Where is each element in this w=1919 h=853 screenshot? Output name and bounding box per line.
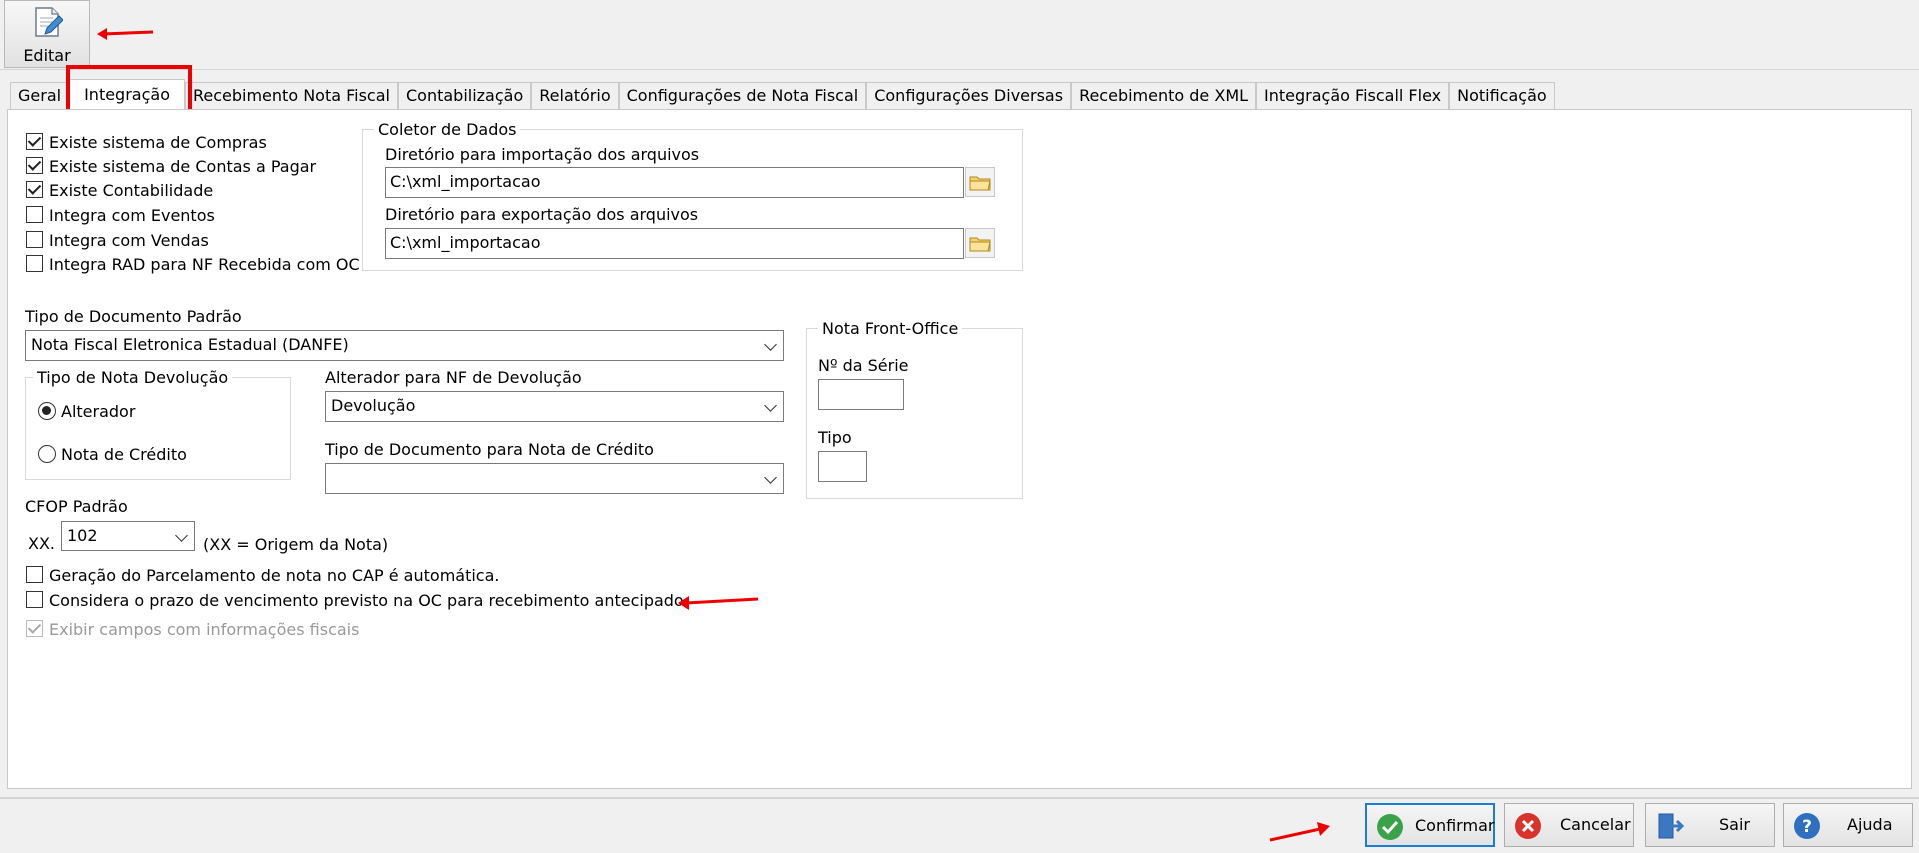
checkbox-rad-nf[interactable] (26, 255, 43, 272)
checkbox-exibir-campos (26, 620, 43, 637)
tab-notificacao[interactable]: Notificação (1449, 82, 1555, 109)
tab-configuracoes-nota-fiscal[interactable]: Configurações de Nota Fiscal (618, 82, 867, 109)
checkbox-contabilidade-label: Existe Contabilidade (49, 181, 214, 200)
alterador-select[interactable]: Devolução (325, 391, 784, 422)
folder-icon (969, 237, 991, 252)
confirm-button-label: Confirmar (1415, 816, 1495, 835)
help-circle-icon: ? (1794, 813, 1820, 839)
cancel-button-label: Cancelar (1560, 815, 1631, 834)
edit-document-icon (35, 7, 63, 37)
devolucao-legend: Tipo de Nota Devolução (33, 368, 233, 387)
import-folder-button[interactable] (965, 167, 995, 197)
edit-button[interactable]: Editar (4, 0, 90, 68)
checkbox-eventos-label: Integra com Eventos (49, 206, 215, 225)
export-dir-label: Diretório para exportação dos arquivos (385, 205, 699, 224)
annotation-arrow (97, 28, 154, 40)
tipo-input[interactable] (818, 451, 867, 482)
checkbox-exibir-campos-label: Exibir campos com informações fiscais (49, 620, 360, 639)
cfop-note: (XX = Origem da Nota) (203, 535, 389, 554)
tipo-doc-value: Nota Fiscal Eletronica Estadual (DANFE) (31, 335, 349, 354)
checkbox-prazo-vencimento-label: Considera o prazo de vencimento previsto… (49, 591, 689, 610)
tab-configuracoes-diversas[interactable]: Configurações Diversas (866, 82, 1072, 109)
devolucao-group (25, 377, 291, 480)
toolbar (0, 0, 1919, 70)
annotation-arrow (678, 596, 759, 610)
svg-text:?: ? (1802, 817, 1812, 837)
checkbox-prazo-vencimento[interactable] (26, 591, 43, 608)
chevron-down-icon (764, 338, 777, 351)
alterador-value: Devolução (331, 396, 416, 415)
checkbox-vendas[interactable] (26, 231, 43, 248)
tab-bar: Geral Integração Recebimento Nota Fiscal… (10, 79, 1555, 109)
tab-geral[interactable]: Geral (10, 82, 70, 109)
cfop-select[interactable]: 102 (61, 521, 195, 551)
exit-button-label: Sair (1719, 815, 1750, 834)
serie-input[interactable] (818, 379, 904, 410)
checkbox-rad-nf-label: Integra RAD para NF Recebida com OC (49, 255, 360, 274)
tab-recebimento-xml[interactable]: Recebimento de XML (1071, 82, 1257, 109)
checkbox-parcelamento-label: Geração do Parcelamento de nota no CAP é… (49, 566, 500, 585)
checkbox-eventos[interactable] (26, 206, 43, 223)
help-button-label: Ajuda (1847, 815, 1893, 834)
chevron-down-icon (764, 399, 777, 412)
checkbox-contas-pagar-label: Existe sistema de Contas a Pagar (49, 157, 317, 176)
import-dir-input[interactable]: C:\xml_importacao (385, 167, 964, 198)
radio-nota-credito-label: Nota de Crédito (61, 445, 187, 464)
cancel-button[interactable]: Cancelar (1504, 803, 1634, 847)
import-dir-label: Diretório para importação dos arquivos (385, 145, 700, 164)
checkbox-contas-pagar[interactable] (26, 157, 43, 174)
tab-relatorio[interactable]: Relatório (531, 82, 619, 109)
cfop-label: CFOP Padrão (25, 497, 128, 516)
exit-door-icon (1658, 813, 1684, 839)
toolbar-divider (0, 69, 1919, 70)
tab-recebimento-nota-fiscal[interactable]: Recebimento Nota Fiscal (184, 82, 398, 109)
confirm-button[interactable]: Confirmar (1365, 803, 1495, 847)
tipo-credito-label: Tipo de Documento para Nota de Crédito (325, 440, 654, 459)
annotation-arrow (1269, 822, 1330, 842)
export-folder-button[interactable] (965, 228, 995, 258)
tab-integracao-fiscall-flex[interactable]: Integração Fiscall Flex (1256, 82, 1450, 109)
radio-alterador-label: Alterador (61, 402, 136, 421)
tipo-doc-select[interactable]: Nota Fiscal Eletronica Estadual (DANFE) (25, 330, 784, 361)
checkbox-vendas-label: Integra com Vendas (49, 231, 209, 250)
cfop-prefix: XX. (28, 534, 56, 553)
export-dir-input[interactable]: C:\xml_importacao (385, 228, 964, 259)
tab-contabilizacao[interactable]: Contabilização (397, 82, 532, 109)
coletor-legend: Coletor de Dados (374, 120, 521, 139)
serie-label: Nº da Série (818, 356, 909, 375)
checkbox-parcelamento[interactable] (26, 566, 43, 583)
footer-divider (0, 797, 1919, 799)
edit-button-label: Editar (23, 46, 71, 65)
check-circle-icon (1377, 814, 1403, 840)
help-button[interactable]: ? Ajuda (1783, 803, 1913, 847)
cfop-value: 102 (67, 526, 98, 545)
checkbox-compras[interactable] (26, 133, 43, 150)
alterador-label: Alterador para NF de Devolução (325, 368, 582, 387)
exit-button[interactable]: Sair (1645, 803, 1775, 847)
checkbox-compras-label: Existe sistema de Compras (49, 133, 267, 152)
checkbox-contabilidade[interactable] (26, 181, 43, 198)
cancel-circle-icon (1515, 813, 1541, 839)
front-office-legend: Nota Front-Office (818, 319, 963, 338)
radio-alterador[interactable] (38, 402, 56, 420)
folder-icon (969, 176, 991, 191)
tipo-credito-select[interactable] (325, 463, 784, 494)
radio-nota-credito[interactable] (38, 445, 56, 463)
chevron-down-icon (764, 471, 777, 484)
chevron-down-icon (175, 529, 188, 542)
tipo-doc-label: Tipo de Documento Padrão (25, 307, 242, 326)
tipo-label: Tipo (818, 428, 852, 447)
